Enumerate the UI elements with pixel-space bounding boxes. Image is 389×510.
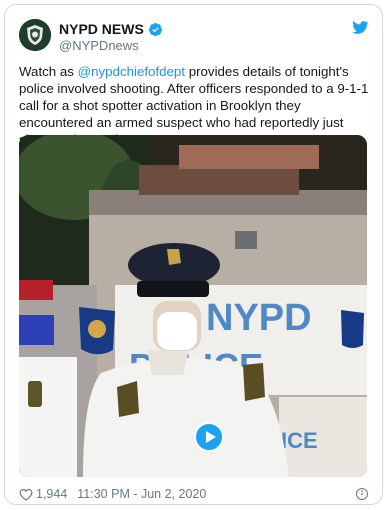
nypd-shield-logo [19, 19, 51, 51]
avatar[interactable] [19, 19, 51, 51]
tweet-timestamp[interactable]: 11:30 PM - Jun 2, 2020 [77, 487, 206, 501]
verified-badge-icon [148, 22, 162, 36]
like-button[interactable]: 1,944 [19, 487, 67, 501]
heart-icon [19, 488, 33, 501]
info-icon[interactable]: i [356, 488, 368, 500]
svg-text:NYPD: NYPD [206, 297, 312, 339]
like-count: 1,944 [36, 487, 68, 501]
display-name[interactable]: NYPD NEWS [59, 21, 144, 37]
video-player[interactable]: NYPD POLICE ICE [19, 135, 367, 477]
video-thumbnail: NYPD POLICE ICE [19, 135, 367, 477]
play-icon[interactable] [194, 422, 224, 452]
svg-text:ICE: ICE [281, 428, 318, 453]
twitter-bird-icon[interactable] [352, 21, 369, 35]
mention-link[interactable]: @nypdchiefofdept [78, 64, 185, 79]
tweet-card: NYPD NEWS @NYPDnews Watch as @nypdchiefo… [4, 4, 383, 505]
tweet-text-intro: Watch as [19, 64, 78, 79]
user-handle[interactable]: @NYPDnews [59, 38, 139, 53]
